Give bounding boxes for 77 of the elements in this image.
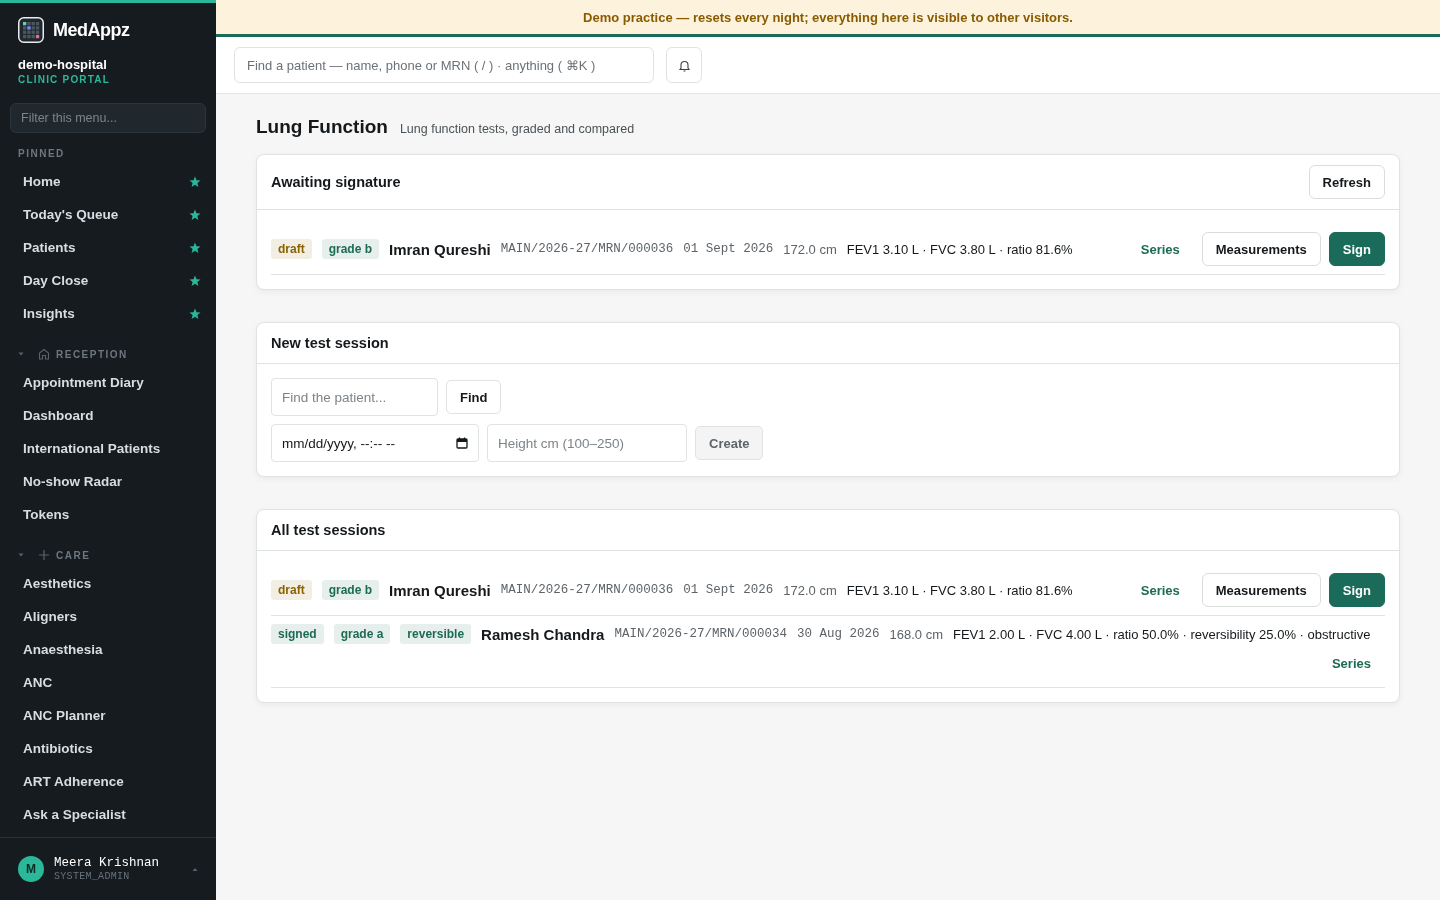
bell-icon [677, 58, 691, 72]
session-date: 01 Sept 2026 [683, 583, 774, 597]
patient-name: Imran Qureshi [389, 240, 491, 258]
patient-search-field[interactable]: Find a patient — name, phone or MRN ( / ) · anything ( ⌘K ) [234, 47, 654, 83]
menu-item[interactable]: International Patients [0, 432, 216, 465]
result-summary: FEV1 2.00 L · FVC 4.00 L · ratio 50.0% · reversibility 25.0% · obstructive [953, 626, 1371, 642]
patient-name: Ramesh Chandra [481, 625, 605, 643]
mrn-text: MAIN/2026-27/MRN/000036 [500, 583, 674, 597]
menu-item[interactable]: ART Adherence [0, 765, 216, 798]
menu-item[interactable]: No-show Radar [0, 465, 216, 498]
height-field[interactable]: Height cm (100–250) [487, 424, 687, 462]
status-tag: draft [271, 580, 312, 600]
card-title: New test session [271, 335, 389, 351]
brand-name: MedAppz [53, 19, 130, 41]
page-subtitle: Lung function tests, graded and compared [399, 122, 635, 136]
menu-item[interactable]: Today's Queue [0, 198, 216, 231]
menu-item[interactable]: Antibiotics [0, 732, 216, 765]
menu-item[interactable]: Patients [0, 231, 216, 264]
status-tag: grade a [333, 624, 391, 644]
portal-label: CLINIC PORTAL [17, 73, 112, 85]
user-avatar: M [18, 856, 44, 882]
measurements-button[interactable]: Measurements [1201, 232, 1321, 266]
card-title: Awaiting signature [271, 174, 401, 190]
patient-name: Imran Qureshi [389, 581, 491, 599]
status-tag: reversible [400, 624, 472, 644]
menu-item[interactable]: Day Close [0, 264, 216, 297]
section-label: RECEPTION [56, 348, 128, 360]
patient-search-field[interactable]: Find the patient... [271, 378, 438, 416]
series-link[interactable]: Series [1126, 241, 1194, 257]
create-button[interactable]: Create [695, 426, 764, 460]
menu-item[interactable]: Dashboard [0, 399, 216, 432]
card-title: All test sessions [271, 522, 386, 538]
menu-item[interactable]: Aligners [0, 600, 216, 633]
section-label: PINNED [18, 147, 65, 159]
height-text: 168.0 cm [889, 626, 943, 642]
section-label: CARE [56, 549, 91, 561]
menu-item[interactable]: ANC Planner [0, 699, 216, 732]
menu-item[interactable]: Home [0, 165, 216, 198]
sign-button[interactable]: Sign [1328, 573, 1385, 607]
height-text: 172.0 cm [783, 241, 837, 257]
result-summary: FEV1 3.10 L · FVC 3.80 L · ratio 81.6% [846, 241, 1073, 257]
refresh-button[interactable]: Refresh [1308, 165, 1385, 199]
menu-item[interactable]: Appointment Diary [0, 366, 216, 399]
filter-field[interactable]: Filter this menu... [10, 103, 206, 133]
find-button[interactable]: Find [446, 380, 502, 414]
sign-button[interactable]: Sign [1328, 232, 1385, 266]
page-title: Lung Function [256, 116, 388, 138]
status-tag: draft [271, 239, 312, 259]
notifications-button[interactable] [666, 47, 702, 83]
user-role: SYSTEM_ADMIN [54, 871, 130, 882]
menu-item[interactable]: Aesthetics [0, 567, 216, 600]
home-icon [38, 348, 50, 360]
menu-item[interactable]: ANC [0, 666, 216, 699]
plus-icon [38, 549, 50, 561]
status-tag: grade b [321, 580, 379, 600]
date-time-field[interactable]: mm/dd/yyyy, --:-- -- [271, 424, 479, 462]
calendar-icon [456, 437, 468, 449]
measurements-button[interactable]: Measurements [1201, 573, 1321, 607]
menu-item[interactable]: Tokens [0, 498, 216, 531]
session-date: 30 Aug 2026 [797, 627, 880, 641]
logo-icon [18, 17, 44, 43]
status-tag: signed [271, 624, 324, 644]
mrn-text: MAIN/2026-27/MRN/000036 [500, 242, 674, 256]
session-date: 01 Sept 2026 [683, 242, 774, 256]
height-text: 172.0 cm [783, 582, 837, 598]
menu-item[interactable]: Anaesthesia [0, 633, 216, 666]
menu-item[interactable]: Ask a Specialist [0, 798, 216, 831]
demo-banner-text: Demo practice — resets every night; everything here is visible to other visitors. [583, 9, 1073, 25]
menu-item[interactable]: Insights [0, 297, 216, 330]
series-link[interactable]: Series [1126, 582, 1194, 598]
organization-name: demo-hospital [17, 56, 108, 72]
caret-icon [192, 866, 198, 872]
result-summary: FEV1 3.10 L · FVC 3.80 L · ratio 81.6% [846, 582, 1073, 598]
series-link[interactable]: Series [1317, 656, 1385, 671]
user-name: Meera Krishnan [54, 856, 160, 870]
mrn-text: MAIN/2026-27/MRN/000034 [614, 627, 787, 641]
status-tag: grade b [321, 239, 379, 259]
